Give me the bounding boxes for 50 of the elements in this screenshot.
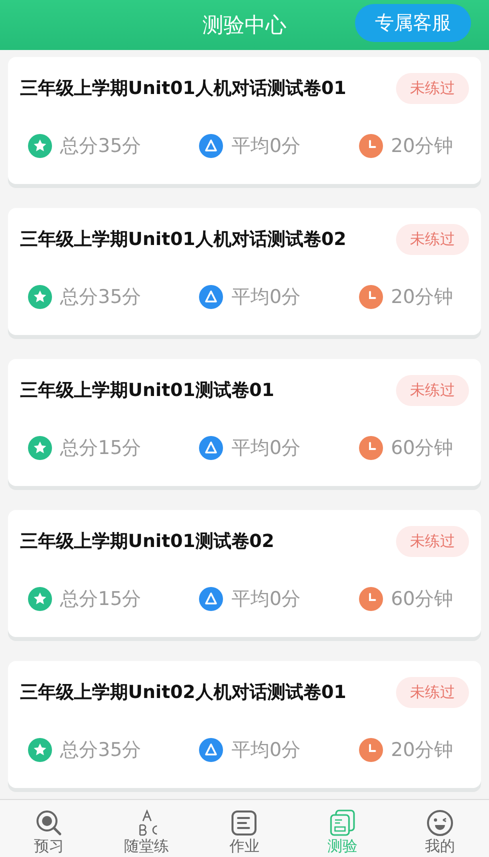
triangle-nodes-icon [199, 436, 224, 460]
total-score: 总分35分 [60, 134, 142, 159]
average-score: 平均0分 [231, 436, 301, 461]
triangle-nodes-icon [199, 134, 224, 158]
page-title: 测验中心 [202, 12, 286, 39]
duration: 20分钟 [390, 738, 453, 763]
test-card[interactable]: 三年级上学期Unit01测试卷02 未练过 总分15分 平均0分 60分钟 [8, 510, 481, 637]
clock-icon [358, 285, 383, 309]
smiley-icon [426, 809, 454, 837]
tab-item[interactable]: 作业 [196, 800, 294, 857]
test-title: 三年级上学期Unit01人机对话测试卷01 [20, 77, 346, 100]
duration: 20分钟 [390, 134, 453, 159]
test-card[interactable]: 三年级上学期Unit01人机对话测试卷01 未练过 总分35分 平均0分 20分钟 [8, 57, 481, 184]
clock-icon [358, 436, 383, 460]
clock-icon [358, 134, 383, 158]
triangle-nodes-icon [199, 285, 224, 309]
document-icon [230, 809, 258, 837]
test-card[interactable]: 三年级上学期Unit01人机对话测试卷02 未练过 总分35分 平均0分 20分钟 [8, 208, 481, 335]
customer-service-button[interactable]: 专属客服 [355, 4, 471, 42]
tab-item[interactable]: 预习 [0, 800, 98, 857]
average-score: 平均0分 [231, 587, 301, 612]
test-title: 三年级上学期Unit01测试卷01 [20, 379, 274, 402]
test-title: 三年级上学期Unit01人机对话测试卷02 [20, 228, 346, 251]
status-tag: 未练过 [396, 676, 469, 708]
test-title: 三年级上学期Unit01测试卷02 [20, 530, 274, 553]
average-score: 平均0分 [231, 285, 301, 310]
test-card[interactable]: 三年级上学期Unit01测试卷01 未练过 总分15分 平均0分 60分钟 [8, 359, 481, 486]
total-score: 总分15分 [60, 436, 142, 461]
status-tag: 未练过 [396, 374, 469, 406]
total-score: 总分35分 [60, 738, 142, 763]
status-tag: 未练过 [396, 224, 469, 254]
duration: 60分钟 [390, 587, 453, 612]
triangle-nodes-icon [199, 738, 224, 762]
clock-icon [358, 587, 383, 611]
average-score: 平均0分 [231, 738, 301, 763]
duration: 60分钟 [390, 436, 453, 461]
search-icon [34, 809, 63, 837]
status-tag: 未练过 [396, 72, 469, 104]
clock-icon [358, 738, 383, 762]
total-score: 总分35分 [60, 285, 142, 310]
triangle-nodes-icon [199, 587, 224, 611]
average-score: 平均0分 [231, 134, 301, 159]
test-card[interactable]: 三年级上学期Unit02人机对话测试卷01 未练过 总分35分 平均0分 20分钟 [8, 661, 481, 788]
status-tag: 未练过 [396, 526, 469, 556]
duration: 20分钟 [390, 285, 453, 310]
tab-item[interactable]: 我的 [391, 800, 489, 857]
total-score: 总分15分 [60, 587, 142, 612]
stacked-papers-icon [328, 809, 356, 837]
tab-item[interactable]: 随堂练 [98, 800, 196, 857]
test-title: 三年级上学期Unit02人机对话测试卷01 [20, 681, 346, 704]
